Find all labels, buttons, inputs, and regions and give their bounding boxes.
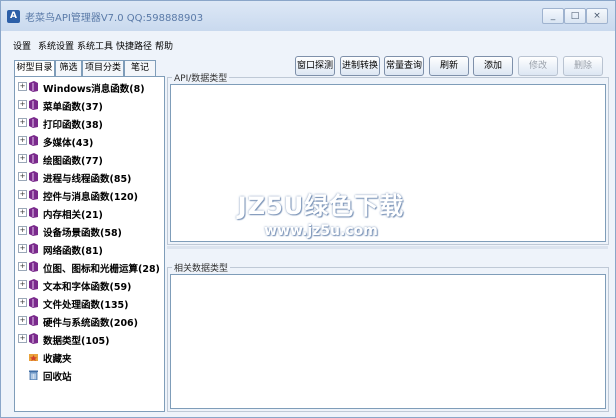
watermark-url: www.jz5u.com	[264, 223, 378, 239]
tree-item[interactable]: + 位图、图标和光栅运算(28)	[15, 259, 162, 275]
splitter[interactable]	[167, 246, 608, 249]
expand-icon[interactable]: +	[18, 190, 27, 199]
window-title: 老菜鸟API管理器V7.0 QQ:598888903	[25, 13, 204, 24]
related-types-group: 相关数据类型	[167, 261, 609, 412]
tree-item-label: 硬件与系统函数(206)	[43, 318, 139, 329]
tree-item-label: 进程与线程函数(85)	[43, 174, 132, 185]
expand-icon[interactable]: +	[18, 154, 27, 163]
tree-item-label: 数据类型(105)	[43, 336, 110, 347]
tree-item-label: 收藏夹	[43, 354, 72, 365]
tree-item[interactable]: + 多媒体(43)	[15, 133, 162, 149]
tab-notes[interactable]: 笔记	[124, 60, 156, 76]
maximize-button[interactable]: □	[564, 8, 586, 24]
tree-item-label: 打印函数(38)	[43, 120, 103, 131]
constant-query-button[interactable]: 常量查询	[384, 56, 424, 76]
related-types-content[interactable]	[170, 274, 606, 409]
menu-shortcut-paths[interactable]: 快捷路径	[116, 39, 152, 52]
book-icon	[29, 135, 38, 146]
book-icon	[29, 279, 38, 290]
base-convert-button[interactable]: 进制转换	[340, 56, 380, 76]
recycle-bin-icon	[29, 370, 38, 380]
book-icon	[29, 207, 38, 218]
expand-icon[interactable]: +	[18, 208, 27, 217]
book-icon	[29, 153, 38, 164]
tree-item[interactable]: + 进程与线程函数(85)	[15, 169, 162, 185]
title-bar[interactable]: A 老菜鸟API管理器V7.0 QQ:598888903 _ □ ×	[1, 1, 615, 31]
modify-button[interactable]: 修改	[518, 56, 558, 76]
tree-item[interactable]: + 内存相关(21)	[15, 205, 162, 221]
menu-system-settings[interactable]: 系统设置	[38, 39, 74, 52]
app-icon: A	[7, 10, 20, 23]
book-icon	[29, 315, 38, 326]
book-icon	[29, 297, 38, 308]
expand-icon[interactable]: +	[18, 334, 27, 343]
tree-item[interactable]: + 硬件与系统函数(206)	[15, 313, 162, 329]
window-probe-button[interactable]: 窗口探测	[295, 56, 335, 76]
tree-item[interactable]: + 绘图函数(77)	[15, 151, 162, 167]
book-icon	[29, 189, 38, 200]
delete-button[interactable]: 删除	[563, 56, 603, 76]
expand-icon[interactable]: +	[18, 262, 27, 271]
tree-item-label: 位图、图标和光栅运算(28)	[43, 264, 160, 275]
expand-icon[interactable]: +	[18, 136, 27, 145]
close-button[interactable]: ×	[586, 8, 608, 24]
book-icon	[29, 117, 38, 128]
favorites-icon	[29, 354, 38, 361]
tree-item[interactable]: + 菜单函数(37)	[15, 97, 162, 113]
tree-item[interactable]: + 控件与消息函数(120)	[15, 187, 162, 203]
app-window: A 老菜鸟API管理器V7.0 QQ:598888903 _ □ × 设置 系统…	[0, 0, 616, 418]
tree-item[interactable]: + 文件处理函数(135)	[15, 295, 162, 311]
api-types-label: API/数据类型	[172, 71, 230, 84]
book-icon	[29, 171, 38, 182]
book-icon	[29, 243, 38, 254]
tree-item-label: 设备场景函数(58)	[43, 228, 122, 239]
tree-item-label: Windows消息函数(8)	[43, 84, 145, 95]
tree-item-label: 文件处理函数(135)	[43, 300, 129, 311]
tree-item-label: 多媒体(43)	[43, 138, 94, 149]
menu-bar: 设置 系统设置 系统工具 快捷路径 帮助	[1, 39, 615, 53]
watermark-title: JZ5U绿色下载	[237, 192, 405, 220]
tree-item-label: 网络函数(81)	[43, 246, 103, 257]
tree-item-label: 回收站	[43, 372, 72, 383]
expand-icon[interactable]: +	[18, 244, 27, 253]
tree-item-label: 绘图函数(77)	[43, 156, 103, 167]
refresh-button[interactable]: 刷新	[429, 56, 469, 76]
expand-icon[interactable]: +	[18, 100, 27, 109]
expand-icon[interactable]: +	[18, 280, 27, 289]
add-button[interactable]: 添加	[473, 56, 513, 76]
tree-item-recycle[interactable]: 回收站	[15, 367, 162, 383]
tree-item[interactable]: + 网络函数(81)	[15, 241, 162, 257]
tree-item-label: 内存相关(21)	[43, 210, 103, 221]
book-icon	[29, 333, 38, 344]
related-types-label: 相关数据类型	[172, 261, 231, 274]
tree-item[interactable]: + 设备场景函数(58)	[15, 223, 162, 239]
expand-icon[interactable]: +	[18, 298, 27, 307]
tree-item-label: 文本和字体函数(59)	[43, 282, 132, 293]
expand-icon[interactable]: +	[18, 226, 27, 235]
tab-filter[interactable]: 筛选	[55, 60, 82, 76]
expand-icon[interactable]: +	[18, 316, 27, 325]
menu-help[interactable]: 帮助	[155, 39, 173, 52]
expand-icon[interactable]: +	[18, 118, 27, 127]
book-icon	[29, 225, 38, 236]
book-icon	[29, 261, 38, 272]
tree-item[interactable]: + Windows消息函数(8)	[15, 79, 162, 95]
tree-item[interactable]: + 打印函数(38)	[15, 115, 162, 131]
menu-system-tools[interactable]: 系统工具	[77, 39, 113, 52]
expand-icon[interactable]: +	[18, 82, 27, 91]
tree-item-favorites[interactable]: 收藏夹	[15, 349, 162, 365]
tree-view[interactable]: + Windows消息函数(8) + 菜单函数(37) + 打印函数(38) +…	[14, 76, 165, 412]
watermark: JZ5U绿色下载 www.jz5u.com	[221, 186, 421, 239]
expand-icon[interactable]: +	[18, 172, 27, 181]
tab-tree[interactable]: 树型目录	[14, 60, 55, 77]
tree-item-label: 菜单函数(37)	[43, 102, 103, 113]
tree-item[interactable]: + 数据类型(105)	[15, 331, 162, 347]
menu-settings[interactable]: 设置	[13, 39, 31, 52]
book-icon	[29, 81, 38, 92]
tab-category[interactable]: 项目分类	[82, 60, 124, 76]
minimize-button[interactable]: _	[542, 8, 564, 24]
book-icon	[29, 99, 38, 110]
tree-item-label: 控件与消息函数(120)	[43, 192, 139, 203]
tree-item[interactable]: + 文本和字体函数(59)	[15, 277, 162, 293]
